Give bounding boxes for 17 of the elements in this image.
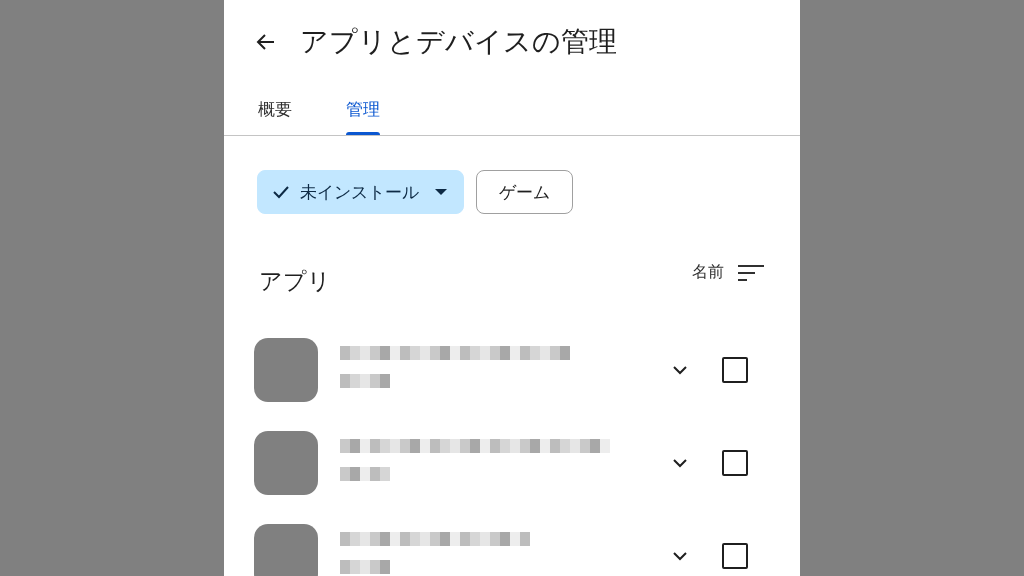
sort-button[interactable]: 名前	[692, 262, 764, 283]
check-icon	[272, 185, 290, 199]
app-icon	[254, 337, 318, 402]
app-icon	[254, 523, 318, 576]
checkbox[interactable]	[722, 449, 748, 476]
tab-indicator	[346, 132, 380, 135]
app-icon	[254, 430, 318, 495]
checkbox[interactable]	[722, 356, 748, 383]
page-title: アプリとデバイスの管理	[300, 24, 617, 60]
filter-chip[interactable]: 未インストール	[257, 170, 464, 214]
tab[interactable]: 概要	[244, 98, 306, 135]
checkbox[interactable]	[722, 542, 748, 569]
sort-icon	[738, 263, 764, 282]
dropdown-icon	[435, 189, 447, 195]
tab[interactable]: 管理	[332, 98, 394, 135]
filter-chip[interactable]: ゲーム	[476, 170, 573, 214]
section-title: アプリ	[259, 267, 331, 296]
